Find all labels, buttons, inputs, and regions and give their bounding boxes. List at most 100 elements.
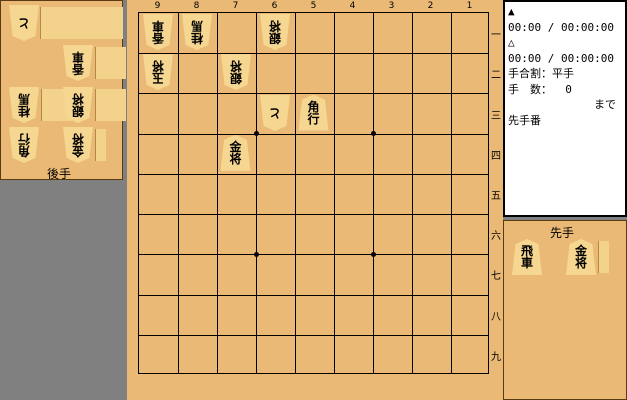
piece[interactable]: 桂馬: [182, 14, 212, 50]
piece-char-top: 玉: [151, 71, 164, 86]
piece-char-bottom: 将: [72, 132, 85, 146]
piece-char-top: 金: [72, 144, 85, 158]
file-label: 2: [427, 1, 434, 11]
piece[interactable]: 金将: [63, 127, 93, 163]
sente-clock: 00:00 / 00:00:00: [508, 20, 614, 34]
piece-char-top: 銀: [72, 104, 85, 118]
piece-char-bottom: 車: [520, 256, 533, 270]
rank-label: 七: [491, 271, 501, 283]
rank-label: 一: [491, 30, 501, 42]
sente-marker: ▲: [508, 5, 515, 18]
piece[interactable]: 金将: [220, 134, 251, 171]
shogi-board[interactable]: 987654321 一二三四五六七八九 香車桂馬銀将玉将銀将と角行金将: [127, 0, 503, 400]
made-label: まで: [594, 98, 616, 111]
piece[interactable]: 銀将: [260, 14, 290, 50]
piece-char-bottom: 車: [151, 19, 164, 34]
grid-line: [334, 13, 335, 373]
grid-line: [373, 13, 374, 373]
piece-char-bottom: 行: [307, 111, 320, 126]
piece-char-top: 角: [18, 144, 31, 158]
piece-char-bottom: 将: [268, 19, 281, 34]
star-point: [370, 131, 376, 137]
piece[interactable]: 銀将: [221, 54, 251, 90]
star-point: [253, 251, 259, 257]
grid-line: [451, 13, 452, 373]
piece[interactable]: 飛車: [512, 239, 542, 275]
piece-char-bottom: 行: [18, 132, 31, 146]
grid-line: [217, 13, 218, 373]
piece-char-top: 桂: [18, 104, 31, 118]
grid-line: [139, 214, 488, 216]
grid-line: [139, 254, 488, 256]
rank-label: 五: [491, 191, 501, 202]
piece-char-top: 金: [229, 139, 242, 154]
stacked-piece-edge: [51, 89, 62, 121]
piece-char-bottom: 将: [229, 59, 242, 74]
piece[interactable]: 角行: [9, 127, 39, 163]
stacked-piece-edge: [41, 89, 52, 121]
grid-line: [139, 133, 488, 135]
rank-label: 九: [491, 351, 501, 363]
grid-line: [139, 173, 488, 175]
piece[interactable]: 香車: [63, 45, 93, 81]
stacked-piece-edge: [105, 47, 116, 79]
piece[interactable]: 金将: [566, 239, 596, 275]
piece-char-top: 銀: [268, 31, 281, 46]
piece-char-bottom: 馬: [18, 92, 31, 106]
file-label: 8: [193, 1, 200, 11]
stacked-piece-edge: [115, 89, 126, 121]
file-label: 1: [466, 1, 473, 11]
piece-char-top: と: [268, 105, 281, 120]
grid-line: [295, 13, 296, 373]
piece[interactable]: 銀将: [63, 87, 93, 123]
gote-marker: △: [508, 36, 515, 49]
gote-piece-stand[interactable]: 後手 と香車桂馬銀将金将角行: [0, 0, 126, 181]
move-count-value: 0: [565, 82, 572, 96]
file-label: 6: [271, 1, 278, 11]
piece-char-bottom: 馬: [190, 19, 203, 34]
file-label: 4: [349, 1, 356, 11]
piece[interactable]: 玉将: [143, 54, 173, 90]
sente-stand-label: 先手: [550, 226, 575, 240]
grid-line: [139, 53, 488, 55]
piece[interactable]: と: [9, 5, 39, 41]
rank-label: 八: [491, 311, 501, 323]
move-count-label: 手 数：: [508, 82, 552, 96]
piece-char-top: 銀: [229, 71, 242, 86]
piece[interactable]: 角行: [298, 94, 329, 131]
stacked-piece-edge: [95, 89, 106, 121]
piece-char-bottom: 将: [229, 151, 242, 166]
rank-label: 三: [491, 110, 501, 122]
file-label: 5: [310, 1, 317, 11]
grid-line: [412, 13, 413, 373]
file-label: 9: [154, 1, 161, 11]
file-label: 7: [232, 1, 239, 11]
stacked-piece-edge: [115, 47, 126, 79]
grid-line: [139, 294, 488, 296]
made-row: まで: [508, 97, 622, 113]
grid-line: [139, 334, 488, 336]
piece[interactable]: と: [260, 95, 290, 131]
piece-char-top: と: [18, 16, 31, 30]
grid-line: [256, 13, 257, 373]
piece[interactable]: 香車: [143, 14, 173, 50]
stacked-piece-edge: [598, 241, 609, 273]
game-info-panel: ▲ 00:00 / 00:00:00 △ 00:00 / 00:00:00 手合…: [503, 0, 627, 217]
piece-char-bottom: 将: [151, 59, 164, 74]
piece-char-top: 香: [72, 62, 85, 76]
grid-line: [139, 93, 488, 95]
board-grid[interactable]: [138, 12, 489, 374]
piece-char-bottom: 車: [72, 50, 85, 64]
sente-piece-stand[interactable]: 先手 飛車金将: [503, 220, 627, 400]
stacked-piece-edge: [95, 129, 106, 161]
star-point: [370, 251, 376, 257]
star-point: [253, 131, 259, 137]
rank-label: 四: [491, 150, 501, 162]
rank-label: 六: [491, 231, 501, 243]
piece-char-top: 桂: [190, 31, 203, 46]
piece-char-top: 香: [151, 31, 164, 46]
handicap-label: 手合割：平手: [508, 67, 574, 80]
file-label: 3: [388, 1, 395, 11]
piece[interactable]: 桂馬: [9, 87, 39, 123]
piece-char-bottom: 将: [72, 92, 85, 106]
